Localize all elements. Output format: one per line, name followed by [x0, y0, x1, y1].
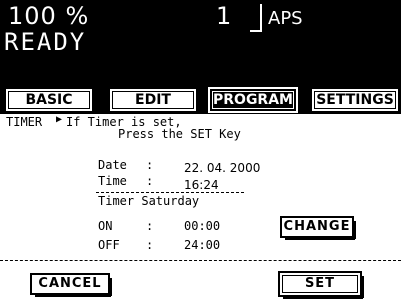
tab-edit[interactable]: EDIT — [108, 87, 198, 113]
off-label: OFF — [98, 238, 120, 252]
tab-bar: BASIC EDIT PROGRAM SETTINGS — [0, 84, 401, 114]
zoom-ratio: 100 % — [8, 2, 90, 30]
copy-count: 1 — [216, 2, 232, 30]
time-value: 16:24 — [184, 178, 219, 192]
set-button[interactable]: SET — [278, 271, 364, 299]
off-value: 24:00 — [184, 238, 221, 252]
tab-program[interactable]: PROGRAM — [208, 87, 298, 113]
off-colon: : — [146, 238, 154, 252]
time-label: Time — [98, 174, 127, 188]
copy-count-frame — [250, 4, 262, 32]
cancel-button[interactable]: CANCEL — [30, 273, 112, 297]
time-colon: : — [146, 174, 154, 188]
tab-basic[interactable]: BASIC — [4, 87, 94, 113]
schedule-title: Timer Saturday — [98, 194, 200, 208]
change-button[interactable]: CHANGE — [280, 216, 356, 240]
tab-settings[interactable]: SETTINGS — [310, 87, 400, 113]
date-colon: : — [146, 158, 154, 172]
timer-title: TIMER — [6, 115, 43, 129]
machine-status: READY — [4, 28, 87, 56]
date-value: 22. 04. 2000 — [184, 161, 261, 175]
timer-message-line2: Press the SET Key — [118, 127, 241, 141]
bottom-separator — [0, 260, 401, 261]
on-value: 00:00 — [184, 219, 221, 233]
date-label: Date — [98, 158, 127, 172]
separator — [96, 192, 244, 193]
paper-size: APS — [268, 8, 303, 29]
timer-panel: TIMER ▶ If Timer is set, Press the SET K… — [0, 114, 401, 304]
arrow-right-icon: ▶ — [56, 114, 63, 125]
on-colon: : — [146, 219, 154, 233]
status-header: 100 % 1 APS READY — [0, 0, 401, 84]
on-label: ON — [98, 219, 113, 233]
